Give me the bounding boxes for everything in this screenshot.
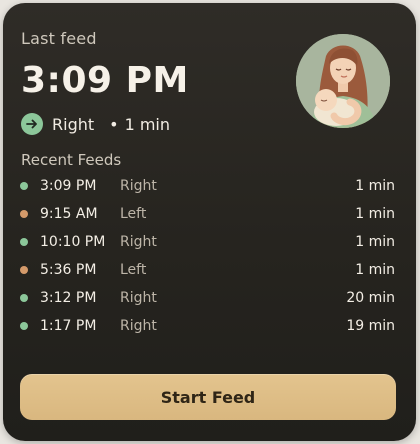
feed-row: 10:10 PM Right 1 min [3, 229, 416, 255]
feed-row: 3:12 PM Right 20 min [3, 285, 416, 311]
mother-baby-illustration [296, 34, 390, 128]
feed-side-dot [20, 210, 28, 218]
feed-duration: 20 min [346, 290, 395, 306]
feed-time: 9:15 AM [40, 206, 98, 222]
last-feed-side-row: Right • 1 min [21, 113, 170, 135]
feed-side: Right [120, 290, 157, 306]
feed-time: 3:12 PM [40, 290, 97, 306]
feed-row: 9:15 AM Left 1 min [3, 201, 416, 227]
feed-side: Left [120, 262, 147, 278]
feed-side-dot [20, 266, 28, 274]
feed-duration: 1 min [355, 262, 395, 278]
separator-dot: • [109, 114, 119, 134]
last-feed-card: Last feed 3:09 PM Right • 1 min Recent F… [3, 3, 416, 441]
feed-side-dot [20, 294, 28, 302]
feed-time: 3:09 PM [40, 178, 97, 194]
feed-duration: 19 min [346, 318, 395, 334]
feed-side-dot [20, 322, 28, 330]
feed-side: Right [120, 178, 157, 194]
feed-duration: 1 min [355, 206, 395, 222]
feed-time: 1:17 PM [40, 318, 97, 334]
start-feed-button[interactable]: Start Feed [20, 374, 396, 420]
feed-side: Right [120, 318, 157, 334]
last-feed-label: Last feed [21, 29, 97, 48]
feed-side-dot [20, 238, 28, 246]
last-feed-time: 3:09 PM [21, 60, 189, 101]
feed-row: 3:09 PM Right 1 min [3, 173, 416, 199]
last-feed-side: Right [52, 114, 95, 134]
arrow-right-icon [21, 113, 43, 135]
feed-row: 5:36 PM Left 1 min [3, 257, 416, 283]
feed-time: 10:10 PM [40, 234, 106, 250]
feed-duration: 1 min [355, 178, 395, 194]
feed-duration: 1 min [355, 234, 395, 250]
feed-time: 5:36 PM [40, 262, 97, 278]
feed-row: 1:17 PM Right 19 min [3, 313, 416, 339]
recent-feeds-title: Recent Feeds [21, 151, 122, 169]
feed-side-dot [20, 182, 28, 190]
last-feed-duration: 1 min [124, 114, 171, 134]
feed-side: Right [120, 234, 157, 250]
feed-side: Left [120, 206, 147, 222]
